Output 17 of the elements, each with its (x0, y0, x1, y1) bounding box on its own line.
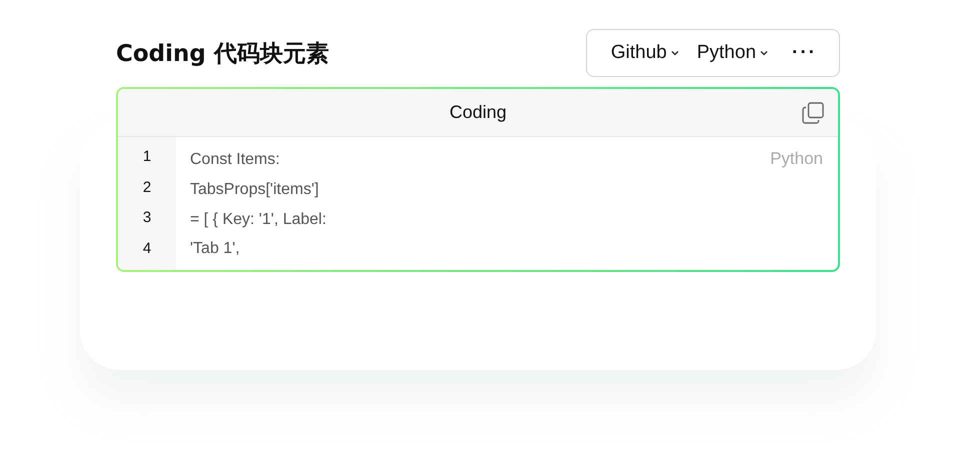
dropdown-button[interactable]: Python (696, 42, 768, 64)
more-button[interactable]: ··· (786, 42, 817, 64)
language-label: Python (770, 149, 823, 169)
code-line: TabsProps['items'] (190, 180, 320, 200)
line-number: 1 (142, 148, 152, 167)
line-number: 2 (142, 178, 152, 198)
dropdown-button[interactable]: Github (610, 42, 679, 64)
line-number: 4 (142, 240, 152, 258)
line-number: 3 (142, 209, 152, 228)
code-line: = [ { Key: '1', Label: (190, 210, 326, 230)
caret-icon (760, 50, 768, 56)
page-title: Coding 代码块元素 (116, 40, 329, 68)
code-line: Const Items: (190, 151, 281, 170)
caret-icon (670, 50, 679, 56)
copy-icon[interactable] (802, 102, 824, 124)
code-line: 'Tab 1', (190, 240, 241, 260)
code-title: Coding (449, 102, 507, 123)
